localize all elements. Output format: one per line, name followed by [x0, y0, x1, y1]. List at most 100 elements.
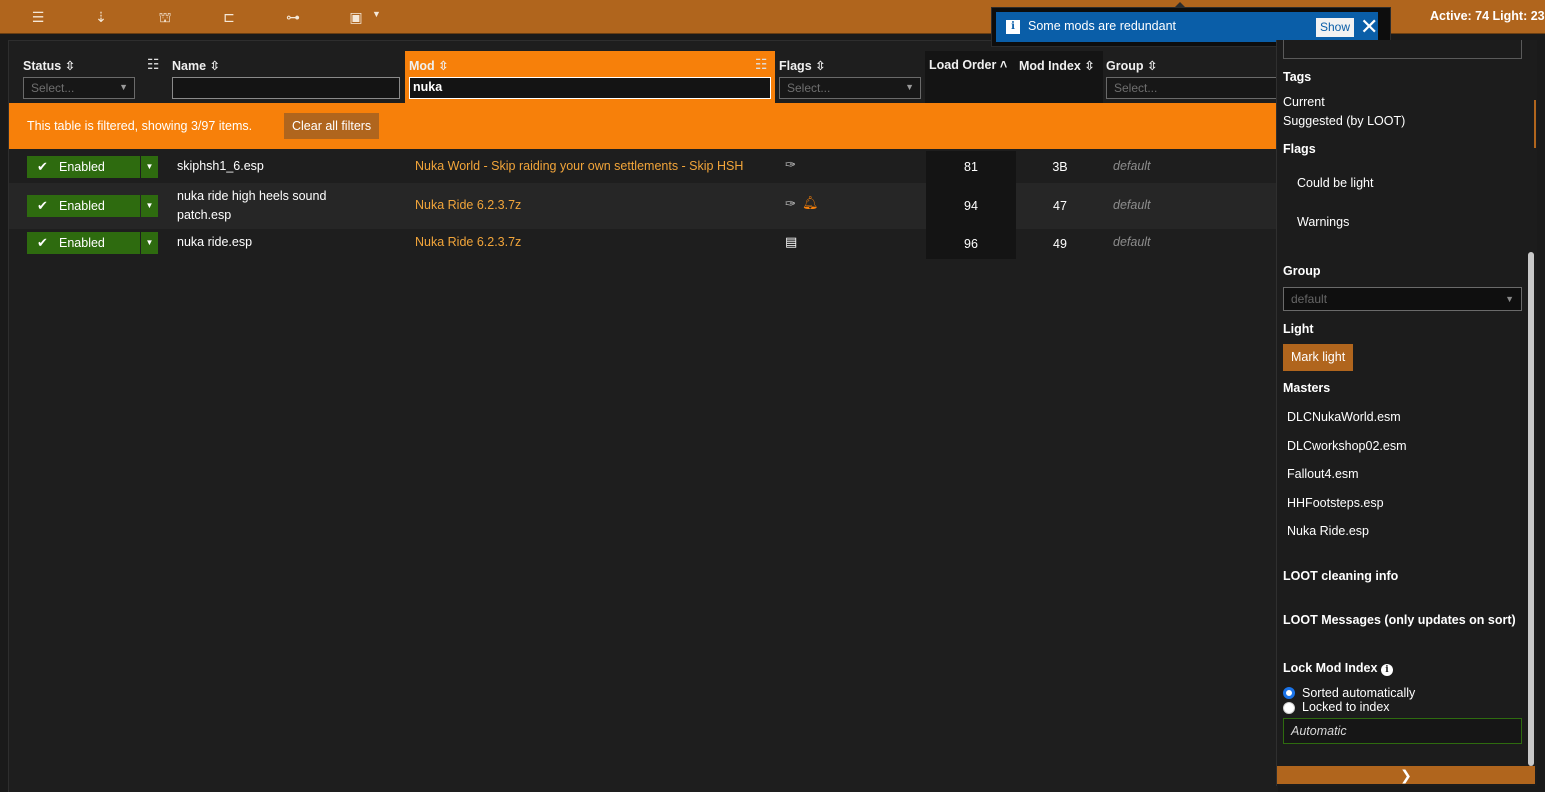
sort-icon[interactable]: ⇳ — [65, 59, 75, 73]
info-icon: i — [1006, 20, 1020, 34]
chevron-down-icon[interactable]: ▼ — [372, 9, 381, 19]
chevron-down-icon: ▼ — [119, 82, 128, 92]
name-filter-input[interactable] — [172, 77, 400, 99]
group-filter-select[interactable]: Select... — [1106, 77, 1280, 99]
show-button[interactable]: Show — [1316, 18, 1354, 37]
sort-icon[interactable]: ⇳ — [1147, 59, 1157, 73]
list-icon[interactable]: ☷ — [755, 56, 768, 73]
mod-index-value: 49 — [1053, 237, 1067, 251]
plugin-name: nuka ride high heels sound patch.esp — [177, 189, 327, 222]
check-icon: ✔ — [37, 159, 48, 174]
mod-name[interactable]: Nuka Ride 6.2.3.7z — [415, 235, 521, 249]
mod-name[interactable]: Nuka World - Skip raiding your own settl… — [415, 159, 743, 173]
status-enabled-button[interactable]: ✔ Enabled — [27, 195, 140, 217]
chevron-right-icon: ❯ — [1400, 767, 1412, 783]
sorted-auto-radio[interactable] — [1283, 687, 1295, 699]
status-dropdown-button[interactable]: ▼ — [141, 232, 158, 254]
filter-banner-text: This table is filtered, showing 3/97 ite… — [27, 119, 253, 133]
mod-name[interactable]: Nuka Ride 6.2.3.7z — [415, 198, 521, 212]
table-row[interactable]: ✔ Enabled ▼ skiphsh1_6.esp Nuka World - … — [9, 151, 1279, 183]
scrollbar[interactable] — [1528, 252, 1534, 766]
loot-cleaning-heading[interactable]: LOOT cleaning info — [1283, 569, 1398, 583]
collapse-panel-button[interactable]: ❯ — [1277, 766, 1535, 784]
close-icon[interactable]: ✕ — [1360, 14, 1378, 40]
column-flags[interactable]: Flags ⇳ Select... ▼ — [775, 51, 925, 103]
details-top-input[interactable] — [1283, 40, 1522, 59]
sort-icon[interactable]: ⇳ — [210, 59, 220, 73]
table-row[interactable]: ✔ Enabled ▼ nuka ride high heels sound p… — [9, 183, 1279, 229]
branch-icon[interactable]: ⊏ — [219, 8, 239, 26]
active-count: Active: 74 Light: 23 — [1430, 9, 1545, 23]
info-icon[interactable]: i — [1380, 664, 1393, 676]
film-icon[interactable]: ▣ — [346, 8, 366, 26]
locked-index-radio[interactable] — [1283, 702, 1295, 714]
group-select[interactable]: default ▼ — [1283, 287, 1522, 311]
flags-heading: Flags — [1283, 142, 1316, 156]
notification-arrow — [1174, 2, 1186, 8]
check-icon: ✔ — [37, 235, 48, 250]
feather-icon: ✑ — [785, 157, 796, 172]
group-value: default — [1113, 159, 1151, 173]
group-heading: Group — [1283, 264, 1321, 278]
column-group[interactable]: Group ⇳ Select... — [1102, 51, 1280, 103]
hierarchy-icon[interactable]: ⛫ — [155, 8, 175, 26]
table-row[interactable]: ✔ Enabled ▼ nuka ride.esp Nuka Ride 6.2.… — [9, 229, 1279, 259]
master-item: Fallout4.esm — [1287, 467, 1359, 481]
tags-current-label[interactable]: Current — [1283, 95, 1325, 109]
details-panel: Tags Current Suggested (by LOOT) Flags C… — [1276, 40, 1537, 786]
clear-filters-button[interactable]: Clear all filters — [284, 113, 380, 139]
chevron-down-icon: ▼ — [905, 82, 914, 92]
mod-index-value: 47 — [1053, 199, 1067, 213]
light-heading: Light — [1283, 322, 1314, 336]
sort-icon[interactable]: ⇳ — [815, 59, 825, 73]
sort-list-icon[interactable]: ☰ — [28, 8, 48, 26]
bell-icon: 🔔︎ — [802, 195, 819, 210]
masters-heading: Masters — [1283, 381, 1331, 395]
mod-filter-input[interactable]: nuka — [409, 77, 771, 99]
plugin-name: skiphsh1_6.esp — [177, 159, 264, 173]
feather-icon: ✑ — [785, 196, 796, 211]
load-order-value: 96 — [926, 229, 1016, 259]
status-dropdown-button[interactable]: ▼ — [141, 195, 158, 217]
master-item: DLCworkshop02.esm — [1287, 439, 1407, 453]
plugin-name: nuka ride.esp — [177, 235, 253, 249]
group-value: default — [1113, 235, 1151, 249]
sorted-auto-label: Sorted automatically — [1302, 686, 1416, 700]
column-mod-index[interactable]: Mod Index ⇳ — [1015, 51, 1103, 103]
column-load-order[interactable]: Load Order ˄ — [925, 51, 1015, 103]
plugin-table: Status ⇳ ☷ Select... ▼ Name ⇳ Mod ⇳ ☷ nuk… — [8, 40, 1280, 792]
notification-body: i Some mods are redundant Show ✕ — [996, 12, 1378, 42]
locked-index-label: Locked to index — [1302, 700, 1390, 714]
status-enabled-button[interactable]: ✔ Enabled — [27, 232, 140, 254]
scroll-indicator — [1534, 100, 1536, 148]
loot-messages-heading[interactable]: LOOT Messages (only updates on sort) — [1283, 613, 1516, 627]
mod-index-value: 3B — [1052, 160, 1068, 174]
flags-filter-select[interactable]: Select... ▼ — [779, 77, 921, 99]
column-status[interactable]: Status ⇳ ☷ Select... ▼ — [19, 51, 163, 103]
tags-suggested-label[interactable]: Suggested (by LOOT) — [1283, 114, 1405, 128]
sort-order-icon[interactable]: ⇣ — [91, 8, 111, 26]
mark-light-button[interactable]: Mark light — [1283, 344, 1354, 371]
notification-text: Some mods are redundant — [1028, 19, 1177, 33]
status-filter-select[interactable]: Select... ▼ — [23, 77, 135, 99]
status-dropdown-button[interactable]: ▼ — [141, 156, 158, 178]
tags-heading: Tags — [1283, 70, 1312, 84]
column-mod[interactable]: Mod ⇳ ☷ nuka — [405, 51, 775, 103]
group-value: default — [1113, 198, 1151, 212]
sort-asc-icon[interactable]: ˄ — [1000, 58, 1007, 72]
mod-index-input[interactable]: Automatic — [1283, 718, 1522, 744]
tree-icon[interactable]: ⊶ — [283, 8, 303, 26]
master-item: HHFootsteps.esp — [1287, 496, 1384, 510]
master-item: DLCNukaWorld.esm — [1287, 410, 1401, 424]
list-icon[interactable]: ☷ — [147, 56, 160, 73]
sort-icon[interactable]: ⇳ — [1084, 59, 1094, 73]
load-order-value: 81 — [926, 151, 1016, 183]
filter-banner: This table is filtered, showing 3/97 ite… — [9, 103, 1279, 149]
check-icon: ✔ — [37, 198, 48, 213]
status-enabled-button[interactable]: ✔ Enabled — [27, 156, 140, 178]
column-name[interactable]: Name ⇳ — [168, 51, 402, 103]
sort-icon[interactable]: ⇳ — [438, 59, 448, 73]
flag-could-be-light: Could be light — [1297, 176, 1374, 190]
master-item: Nuka Ride.esp — [1287, 524, 1369, 538]
chevron-down-icon: ▼ — [1505, 294, 1514, 304]
